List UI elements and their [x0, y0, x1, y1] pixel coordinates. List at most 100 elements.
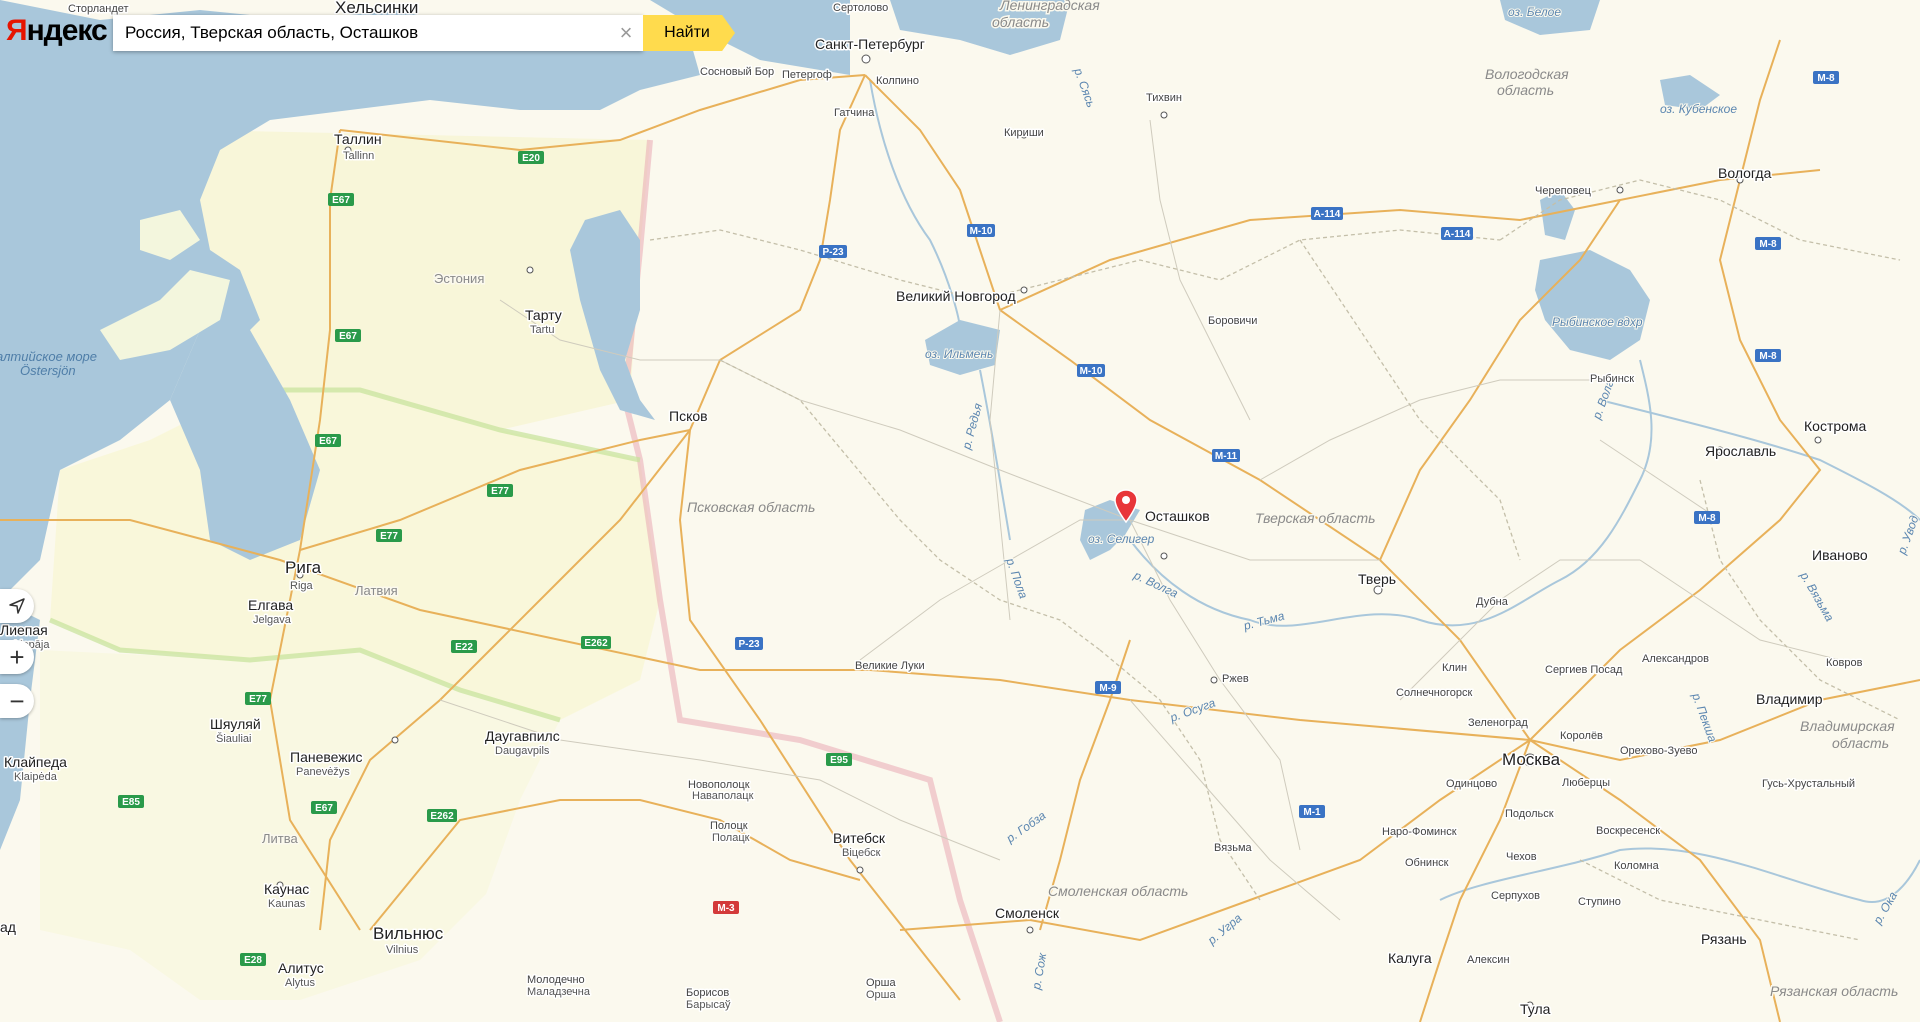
find-button[interactable]: Найти	[643, 15, 735, 51]
city-ostashkov: Осташков	[1145, 508, 1210, 524]
city-borisov-local: Барысаў	[686, 999, 731, 1011]
zoom-in-button[interactable]: +	[0, 640, 34, 674]
shield-e262-2: E262	[427, 809, 457, 822]
city-tartu: Тарту	[525, 307, 562, 323]
shield-e67-3: E67	[315, 434, 341, 447]
svg-text:M-3: M-3	[717, 903, 735, 914]
city-orsha: Орша	[866, 977, 896, 989]
city-vilnius: Вильнюс	[373, 924, 444, 943]
city-vologda: Вологда	[1718, 165, 1772, 181]
svg-text:M-8: M-8	[1817, 73, 1835, 84]
shield-e67-1: E67	[328, 193, 354, 206]
city-orekhovo: Орехово-Зуево	[1620, 745, 1698, 757]
svg-text:M-9: M-9	[1099, 683, 1117, 694]
region-smolensk: Смоленская область	[1048, 883, 1188, 899]
city-stupino: Ступино	[1578, 896, 1621, 908]
shield-e67-4: E67	[311, 801, 337, 814]
city-odintsovo: Одинцово	[1446, 778, 1497, 790]
city-ryazan: Рязань	[1701, 931, 1747, 947]
region-leningrad-2: область	[992, 14, 1049, 30]
svg-text:P-23: P-23	[738, 639, 760, 650]
city-daugavpils: Даугавпилс	[485, 728, 560, 744]
city-kaunas-local: Kaunas	[268, 898, 306, 910]
svg-text:M-8: M-8	[1759, 351, 1777, 362]
svg-text:E262: E262	[584, 638, 608, 649]
city-panevezys-local: Panevėžys	[296, 766, 350, 778]
shield-m9: M-9	[1095, 681, 1121, 694]
city-polotsk-local: Полацк	[712, 832, 750, 844]
yandex-logo[interactable]: Яндекс	[6, 14, 108, 48]
city-sosnovy-bor: Сосновый Бор	[700, 66, 774, 78]
search-bar: ×	[113, 15, 643, 51]
lake-kubenskoe-label: оз. Кубенское	[1660, 102, 1737, 116]
shield-m10-2: M-10	[1077, 364, 1105, 377]
city-cherepovets: Череповец	[1535, 185, 1592, 197]
baltic-sea-local-label: Östersjön	[20, 363, 76, 378]
map-canvas[interactable]: E20 E67 E67 E67 E77 E77 E77 E22 E262 E26…	[0, 0, 1920, 1022]
region-vologda-1: Вологодская	[1485, 66, 1569, 82]
shield-e77-1: E77	[487, 484, 513, 497]
city-gus: Гусь-Хрустальный	[1762, 778, 1855, 790]
city-korolev: Королёв	[1560, 730, 1603, 742]
svg-text:M-11: M-11	[1215, 451, 1238, 462]
svg-text:M-10: M-10	[970, 226, 993, 237]
city-partial-west: ад	[0, 919, 16, 935]
city-zelenograd: Зеленоград	[1468, 717, 1528, 729]
search-input[interactable]	[113, 16, 609, 50]
city-moscow: Москва	[1502, 750, 1561, 769]
city-liepaja: Лиепая	[0, 622, 48, 638]
city-kirishi: Кириши	[1004, 127, 1044, 139]
city-tallinn: Таллин	[334, 131, 382, 147]
city-sergiev-posad: Сергиев Посад	[1545, 664, 1623, 676]
svg-text:P-23: P-23	[822, 247, 844, 258]
city-peterhof: Петергоф	[782, 69, 832, 81]
city-kostroma: Кострома	[1804, 418, 1867, 434]
shield-m10-1: M-10	[967, 224, 995, 237]
city-podolsk: Подольск	[1505, 808, 1554, 820]
region-vladimir-1: Владимирская	[1800, 718, 1895, 734]
city-panevezys: Паневежис	[290, 749, 362, 765]
plus-icon: +	[9, 641, 25, 672]
shield-m8-1: M-8	[1813, 71, 1839, 84]
city-vitebsk: Витебск	[833, 830, 886, 846]
shield-m1: M-1	[1299, 805, 1325, 818]
city-obninsk: Обнинск	[1405, 857, 1449, 869]
svg-text:E67: E67	[339, 331, 357, 342]
minus-icon: −	[9, 685, 25, 716]
svg-text:M-8: M-8	[1759, 239, 1777, 250]
city-smolensk: Смоленск	[995, 905, 1060, 921]
shield-a114-2: A-114	[1441, 227, 1473, 240]
city-alytus: Алитус	[278, 960, 324, 976]
city-velikie-luki: Великие Луки	[855, 660, 925, 672]
city-voskresensk: Воскресенск	[1596, 825, 1660, 837]
city-tver: Тверь	[1358, 571, 1396, 587]
city-kovrov: Ковров	[1826, 657, 1863, 669]
region-tver: Тверская область	[1255, 510, 1375, 526]
country-lithuania: Литва	[262, 831, 299, 846]
city-pskov: Псков	[669, 408, 708, 424]
zoom-out-button[interactable]: −	[0, 684, 34, 718]
close-icon[interactable]: ×	[609, 20, 643, 46]
city-alytus-local: Alytus	[285, 977, 315, 989]
city-orsha-local: Орша	[866, 989, 896, 1001]
city-kaunas: Каунас	[264, 881, 309, 897]
city-molodechno-local: Маладзечна	[527, 986, 591, 998]
shield-a114-1: A-114	[1311, 207, 1343, 220]
city-tallinn-local: Tallinn	[343, 150, 374, 162]
city-aleksin: Алексин	[1467, 954, 1510, 966]
svg-text:E20: E20	[522, 153, 540, 164]
city-polotsk: Полоцк	[710, 820, 748, 832]
city-molodechno: Молодечно	[527, 974, 585, 986]
svg-text:E262: E262	[430, 811, 454, 822]
svg-text:E77: E77	[380, 531, 398, 542]
shield-e22: E22	[451, 640, 477, 653]
lake-beloe-label: оз. Белое	[1508, 5, 1561, 19]
geolocation-button[interactable]	[0, 589, 34, 623]
shield-m8-2: M-8	[1755, 237, 1781, 250]
svg-text:E95: E95	[830, 755, 848, 766]
shield-e95: E95	[826, 753, 852, 766]
city-yaroslavl: Ярославль	[1705, 443, 1776, 459]
city-sertolovo: Сертолово	[833, 2, 888, 14]
city-tula: Тула	[1520, 1001, 1551, 1017]
shield-p23-2: P-23	[735, 637, 763, 650]
